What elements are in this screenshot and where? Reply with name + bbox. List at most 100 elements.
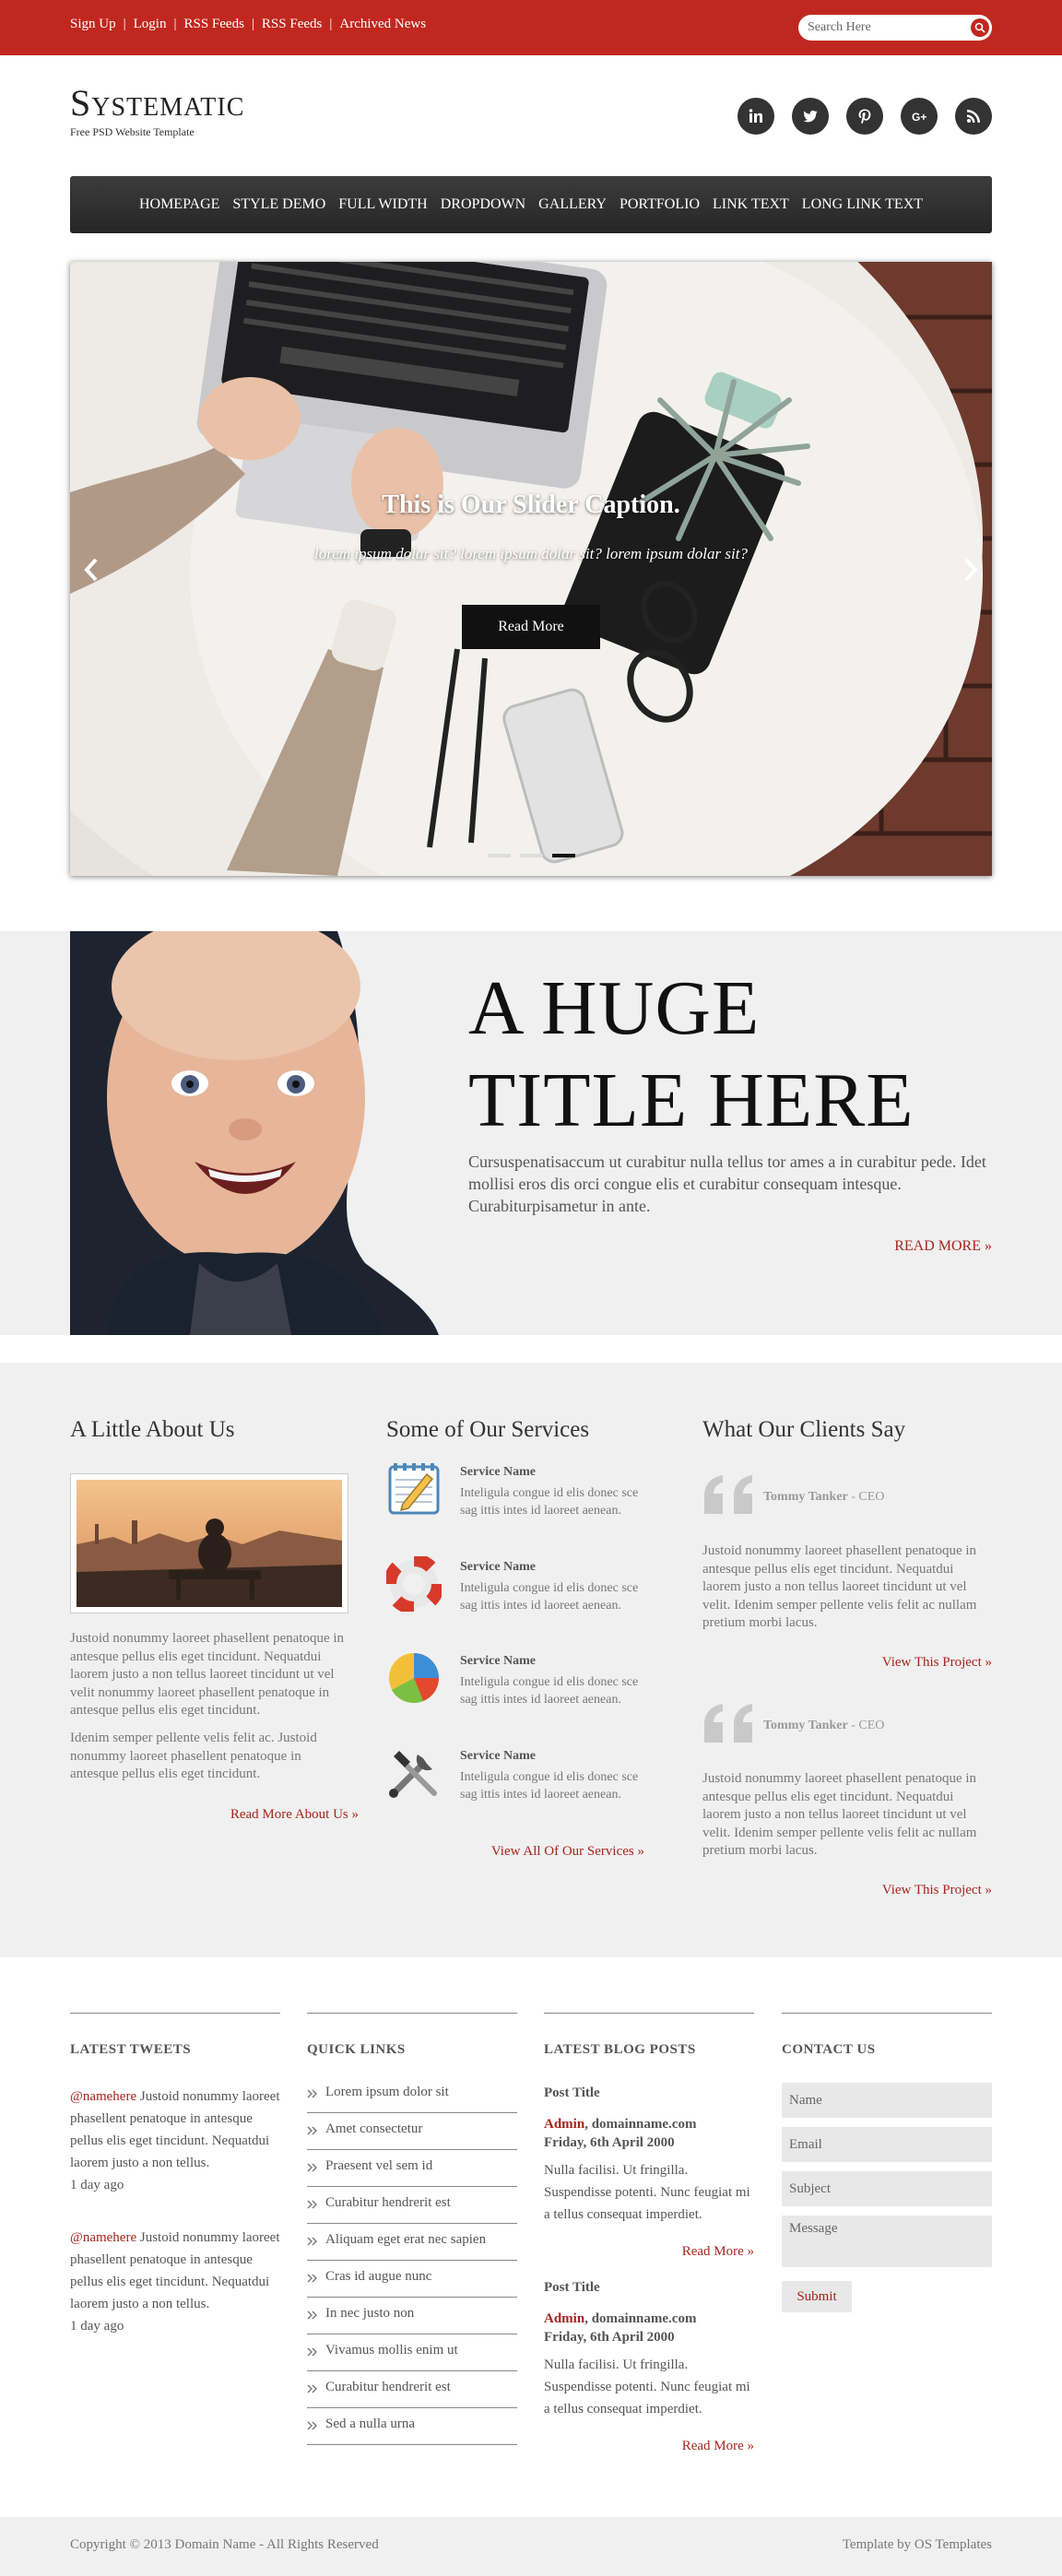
contact-email-field[interactable] bbox=[782, 2127, 992, 2162]
quick-link-4[interactable]: Curabitur hendrerit est bbox=[307, 2187, 517, 2224]
link-separator: | bbox=[329, 17, 333, 31]
rss-feeds-link-2[interactable]: RSS Feeds bbox=[262, 17, 322, 32]
blog-post-1-title[interactable]: Post Title bbox=[544, 2086, 600, 2101]
hero-read-more-link[interactable]: READ MORE » bbox=[894, 1238, 992, 1255]
blog-post-1-domain: , domainname.com bbox=[584, 2117, 697, 2132]
testimonial-1-project-link[interactable]: View This Project » bbox=[882, 1655, 992, 1671]
nav-item-portfolio[interactable]: PORTFOLIO bbox=[620, 196, 700, 213]
blog-post-1-read-more[interactable]: Read More » bbox=[682, 2244, 754, 2260]
blog-post-1-date: Friday, 6th April 2000 bbox=[544, 2135, 675, 2150]
double-chevron-icon bbox=[307, 2237, 317, 2246]
quote-icon bbox=[704, 1704, 752, 1743]
blog-post-1-author[interactable]: Admin bbox=[544, 2117, 584, 2132]
template-credit[interactable]: Template by OS Templates bbox=[843, 2537, 992, 2553]
nav-item-gallery[interactable]: GALLERY bbox=[538, 196, 607, 213]
blog-post-2-title[interactable]: Post Title bbox=[544, 2280, 600, 2296]
contact-heading: CONTACT US bbox=[782, 2042, 876, 2057]
lifebuoy-icon bbox=[386, 1556, 442, 1612]
quick-link-1[interactable]: Lorem ipsum dolor sit bbox=[307, 2076, 517, 2113]
linkedin-button[interactable] bbox=[738, 98, 774, 135]
pinterest-button[interactable] bbox=[846, 98, 883, 135]
pinterest-icon bbox=[858, 109, 871, 124]
google-plus-button[interactable]: G+ bbox=[901, 98, 938, 135]
login-link[interactable]: Login bbox=[134, 17, 167, 32]
nav-item-long-link-text[interactable]: LONG LINK TEXT bbox=[802, 196, 923, 213]
search-input[interactable] bbox=[808, 18, 964, 37]
search-button[interactable] bbox=[971, 18, 989, 37]
contact-submit-button[interactable]: Submit bbox=[782, 2281, 852, 2312]
sign-up-link[interactable]: Sign Up bbox=[70, 17, 116, 32]
quick-link-9[interactable]: Curabitur hendrerit est bbox=[307, 2371, 517, 2408]
service-1-name: Service Name bbox=[460, 1465, 537, 1479]
contact-name-field[interactable] bbox=[782, 2083, 992, 2118]
nav-item-full-width[interactable]: FULL WIDTH bbox=[338, 196, 427, 213]
blog-post-1-text: Nulla facilisi. Ut fringilla. Suspendiss… bbox=[544, 2163, 750, 2222]
service-4-text: Inteligula congue id elis donec sce sag … bbox=[460, 1770, 639, 1802]
hero-text: Cursuspenatisaccum ut curabitur nulla te… bbox=[468, 1152, 986, 1215]
slider-subcaption: lorem ipsum dolar sit? lorem ipsum dolar… bbox=[314, 545, 748, 562]
double-chevron-icon bbox=[307, 2274, 317, 2283]
nav-item-dropdown[interactable]: DROPDOWN bbox=[441, 196, 525, 213]
about-image-frame bbox=[70, 1473, 348, 1613]
service-3-name: Service Name bbox=[460, 1654, 537, 1668]
site-logo[interactable]: Systematic bbox=[70, 85, 244, 122]
service-1-text: Inteligula congue id elis donec sce sag … bbox=[460, 1486, 639, 1518]
link-separator: | bbox=[251, 17, 254, 31]
blog-post-2-author[interactable]: Admin bbox=[544, 2311, 584, 2326]
tweet-2-handle[interactable]: @namehere bbox=[70, 2230, 136, 2245]
quick-link-3[interactable]: Praesent vel sem id bbox=[307, 2150, 517, 2187]
service-2-text: Inteligula congue id elis donec sce sag … bbox=[460, 1581, 639, 1613]
quick-link-6[interactable]: Cras id augue nunc bbox=[307, 2261, 517, 2298]
slider-dot-3-active[interactable] bbox=[552, 854, 575, 857]
tweets-heading: LATEST TWEETS bbox=[70, 2042, 192, 2057]
contact-message-field[interactable] bbox=[782, 2216, 992, 2267]
testimonial-2-project-link[interactable]: View This Project » bbox=[882, 1883, 992, 1898]
archived-news-link[interactable]: Archived News bbox=[339, 17, 426, 32]
twitter-button[interactable] bbox=[792, 98, 829, 135]
slider-caption: This is Our Slider Caption. bbox=[382, 490, 680, 519]
quick-link-label: In nec justo non bbox=[325, 2306, 415, 2321]
tweet-1-handle[interactable]: @namehere bbox=[70, 2089, 136, 2104]
services-heading: Some of Our Services bbox=[386, 1417, 590, 1442]
quick-link-7[interactable]: In nec justo non bbox=[307, 2298, 517, 2334]
blog-post-2-domain: , domainname.com bbox=[584, 2311, 697, 2326]
blog-post-2-date: Friday, 6th April 2000 bbox=[544, 2330, 675, 2345]
blog-post-2-read-more[interactable]: Read More » bbox=[682, 2439, 754, 2454]
quick-link-10[interactable]: Sed a nulla urna bbox=[307, 2408, 517, 2445]
nav-item-homepage[interactable]: HOMEPAGE bbox=[139, 196, 219, 213]
rss-feeds-link[interactable]: RSS Feeds bbox=[183, 17, 243, 32]
slider-image bbox=[70, 262, 992, 876]
slider-prev-arrow-icon[interactable] bbox=[83, 557, 100, 583]
service-4-name: Service Name bbox=[460, 1749, 537, 1763]
view-all-services-link[interactable]: View All Of Our Services » bbox=[491, 1844, 644, 1860]
testimonial-1-name: Tommy Tanker bbox=[763, 1490, 848, 1504]
double-chevron-icon bbox=[307, 2421, 317, 2430]
quick-link-label: Curabitur hendrerit est bbox=[325, 2380, 451, 2394]
slider-dot-1[interactable] bbox=[488, 854, 511, 857]
contact-subject-field[interactable] bbox=[782, 2171, 992, 2206]
about-paragraph-1: Justoid nonummy laoreet phasellent penat… bbox=[70, 1631, 345, 1718]
slider-dot-2[interactable] bbox=[520, 854, 543, 857]
service-3-text: Inteligula congue id elis donec sce sag … bbox=[460, 1675, 639, 1707]
tweet-2: @namehere Justoid nonummy laoreet phasel… bbox=[70, 2227, 280, 2337]
pie-chart-icon bbox=[389, 1653, 439, 1704]
tweet-2-time: 1 day ago bbox=[70, 2319, 124, 2334]
blog-post-2-text: Nulla facilisi. Ut fringilla. Suspendiss… bbox=[544, 2357, 750, 2416]
notepad-icon bbox=[388, 1463, 440, 1515]
quick-link-2[interactable]: Amet consectetur bbox=[307, 2113, 517, 2150]
slider-read-more-button[interactable]: Read More bbox=[462, 605, 600, 649]
blog-post-2-meta: Admin, domainname.com Friday, 6th April … bbox=[544, 2310, 696, 2346]
footer-divider bbox=[70, 2013, 280, 2014]
double-chevron-icon bbox=[307, 2347, 317, 2357]
quick-link-5[interactable]: Aliquam eget erat nec sapien bbox=[307, 2224, 517, 2261]
quick-link-8[interactable]: Vivamus mollis enim ut bbox=[307, 2334, 517, 2371]
nav-item-style-demo[interactable]: STYLE DEMO bbox=[232, 196, 325, 213]
about-read-more-link[interactable]: Read More About Us » bbox=[230, 1807, 359, 1823]
rss-button[interactable] bbox=[955, 98, 992, 135]
twitter-icon bbox=[803, 110, 818, 123]
nav-item-link-text[interactable]: LINK TEXT bbox=[713, 196, 789, 213]
slider-next-arrow-icon[interactable] bbox=[962, 557, 979, 583]
testimonial-1-author: Tommy Tanker - CEO bbox=[763, 1490, 884, 1505]
tweet-1: @namehere Justoid nonummy laoreet phasel… bbox=[70, 2086, 280, 2196]
link-separator: | bbox=[123, 17, 126, 31]
